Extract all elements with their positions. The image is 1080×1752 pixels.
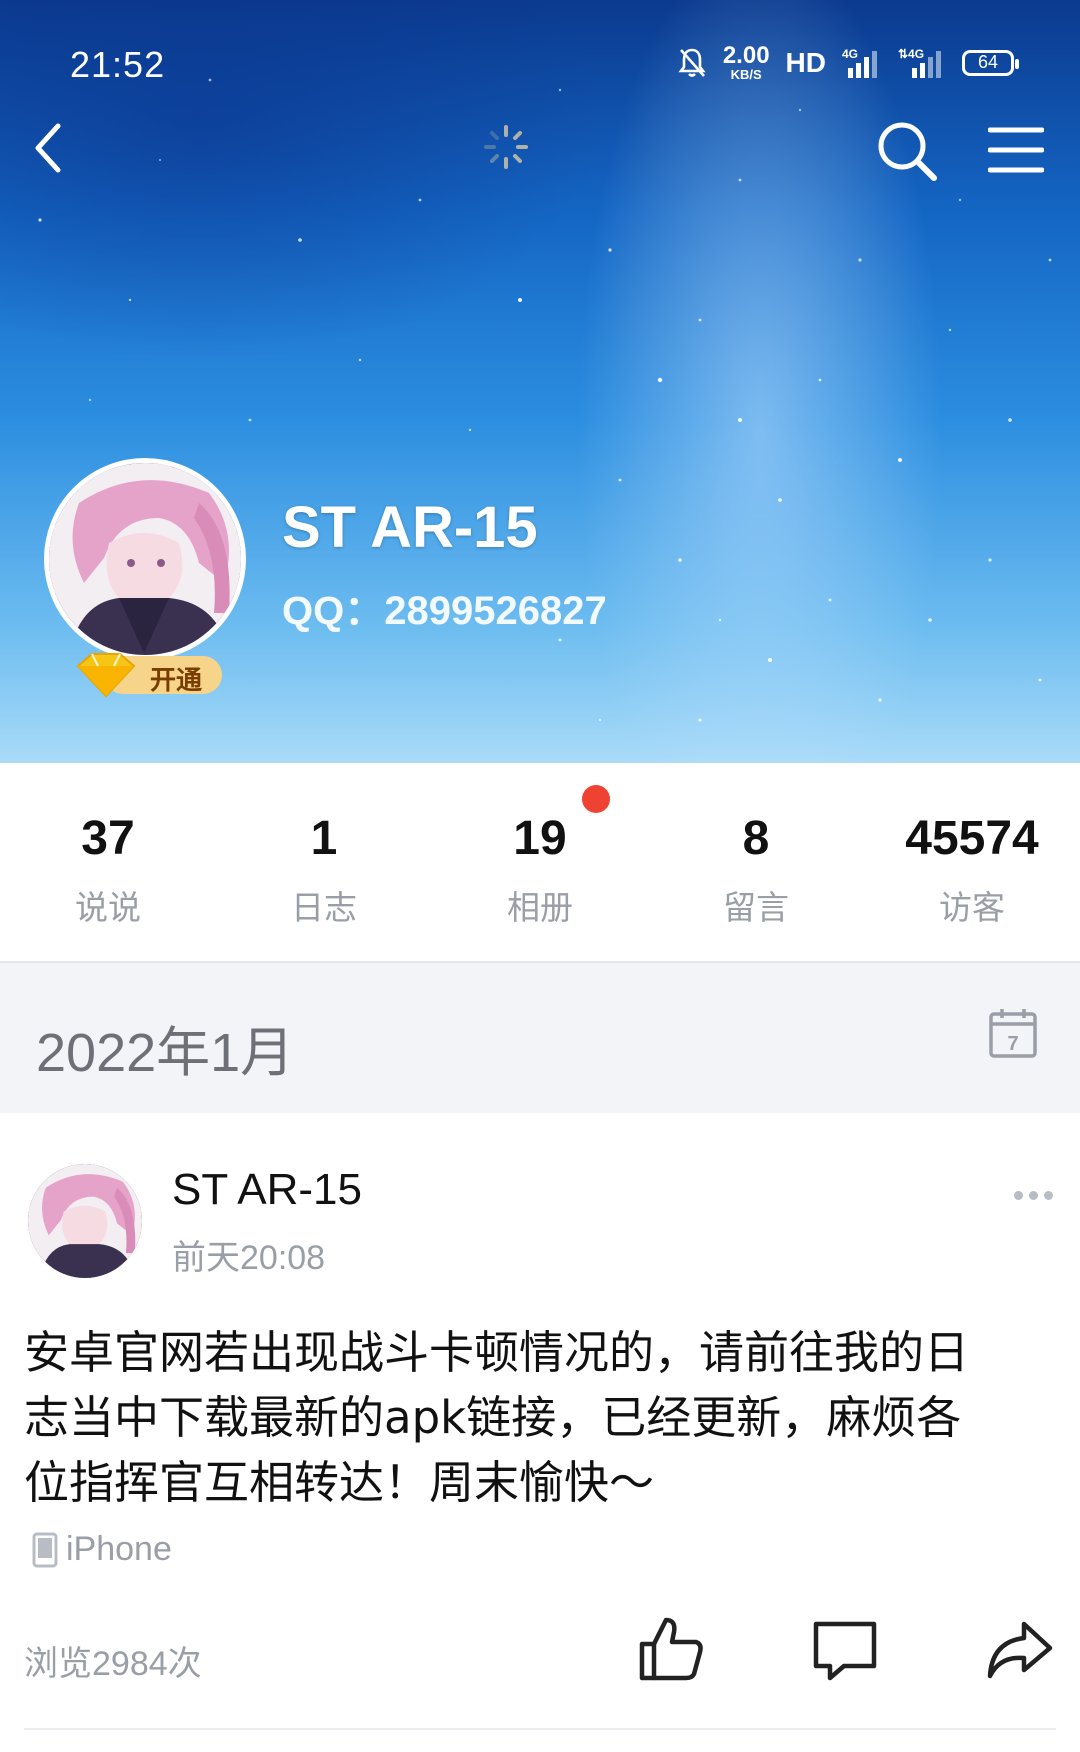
stat-label: 访客 xyxy=(939,888,1005,927)
calendar-day: 7 xyxy=(1007,1033,1018,1055)
cover-image[interactable]: 21:52 2.00 KB/S HD 4G ⇅4G 64 开通 ST AR-15… xyxy=(0,0,1080,763)
stat-label: 说说 xyxy=(75,888,141,927)
speed-unit: KB/S xyxy=(730,67,762,82)
hd-indicator: HD xyxy=(785,46,826,78)
more-options-icon[interactable] xyxy=(1014,1180,1060,1210)
svg-text:4G: 4G xyxy=(842,47,858,61)
post-device: iPhone xyxy=(32,1530,172,1569)
stat-messages[interactable]: 8 留言 xyxy=(648,763,864,961)
notification-dot xyxy=(582,785,610,813)
battery-indicator: 64 xyxy=(962,49,1019,76)
like-icon[interactable] xyxy=(636,1614,706,1684)
comment-icon[interactable] xyxy=(810,1614,880,1684)
post-content: 安卓官网若出现战斗卡顿情况的，请前往我的日 志当中下载最新的apk链接，已经更新… xyxy=(24,1320,1060,1515)
chevron-left-icon[interactable] xyxy=(26,118,76,178)
vip-open-badge[interactable]: 开通 xyxy=(74,648,226,700)
mute-bell-icon xyxy=(678,48,706,77)
stat-album[interactable]: 19 相册 xyxy=(432,763,648,961)
avatar-image xyxy=(49,463,241,655)
stat-shuoshuo[interactable]: 37 说说 xyxy=(0,763,216,961)
stat-value: 45574 xyxy=(905,812,1039,865)
spinner-icon xyxy=(484,125,528,169)
stat-value: 1 xyxy=(310,812,338,865)
post-line: 志当中下载最新的apk链接，已经更新，麻烦各 xyxy=(24,1391,962,1444)
stat-label: 相册 xyxy=(507,888,573,927)
svg-text:⇅4G: ⇅4G xyxy=(898,47,924,61)
device-name: iPhone xyxy=(66,1530,172,1568)
stats-row: 37 说说 1 日志 19 相册 8 留言 45574 访客 xyxy=(0,763,1080,963)
profile-qq-number: QQ：2899526827 xyxy=(282,589,607,633)
dot xyxy=(1029,1190,1038,1200)
calendar-icon[interactable]: 7 xyxy=(988,1006,1038,1060)
stat-value: 19 xyxy=(513,812,567,865)
status-time: 21:52 xyxy=(70,44,166,85)
stat-blog[interactable]: 1 日志 xyxy=(216,763,432,961)
status-icons: 2.00 KB/S HD 4G ⇅4G 64 xyxy=(677,42,1019,82)
month-label: 2022年1月 xyxy=(36,1023,295,1083)
search-icon[interactable] xyxy=(874,118,940,184)
post-view-count: 浏览2984次 xyxy=(24,1645,202,1683)
network-speed: 2.00 KB/S xyxy=(722,42,770,82)
month-header: 2022年1月 xyxy=(0,963,1080,1113)
hamburger-menu-icon[interactable] xyxy=(988,124,1044,176)
profile-avatar[interactable] xyxy=(44,458,246,660)
post-line: 安卓官网若出现战斗卡顿情况的，请前往我的日 xyxy=(24,1326,970,1379)
stat-value: 37 xyxy=(81,812,135,865)
post-time: 前天20:08 xyxy=(172,1239,326,1277)
status-bar: 21:52 2.00 KB/S HD 4G ⇅4G 64 xyxy=(0,0,1080,130)
avatar-image xyxy=(28,1164,142,1278)
stat-label: 日志 xyxy=(291,888,357,927)
profile-name: ST AR-15 xyxy=(282,495,538,560)
dot xyxy=(1044,1190,1053,1200)
dot xyxy=(1014,1190,1023,1200)
post-author-name[interactable]: ST AR-15 xyxy=(172,1165,362,1215)
4g-signal-icon-2: ⇅4G xyxy=(898,47,941,78)
stat-value: 8 xyxy=(742,812,770,865)
stat-visitors[interactable]: 45574 访客 xyxy=(864,763,1080,961)
phone-icon xyxy=(32,1532,58,1567)
vip-label: 开通 xyxy=(150,666,203,696)
post-line: 位指挥官互相转达！周末愉快～ xyxy=(24,1456,655,1509)
divider xyxy=(24,1728,1056,1730)
speed-value: 2.00 xyxy=(722,42,770,69)
share-icon[interactable] xyxy=(984,1614,1054,1684)
post-author-avatar[interactable] xyxy=(28,1164,142,1278)
stat-label: 留言 xyxy=(723,888,789,927)
4g-signal-icon: 4G xyxy=(842,47,877,78)
